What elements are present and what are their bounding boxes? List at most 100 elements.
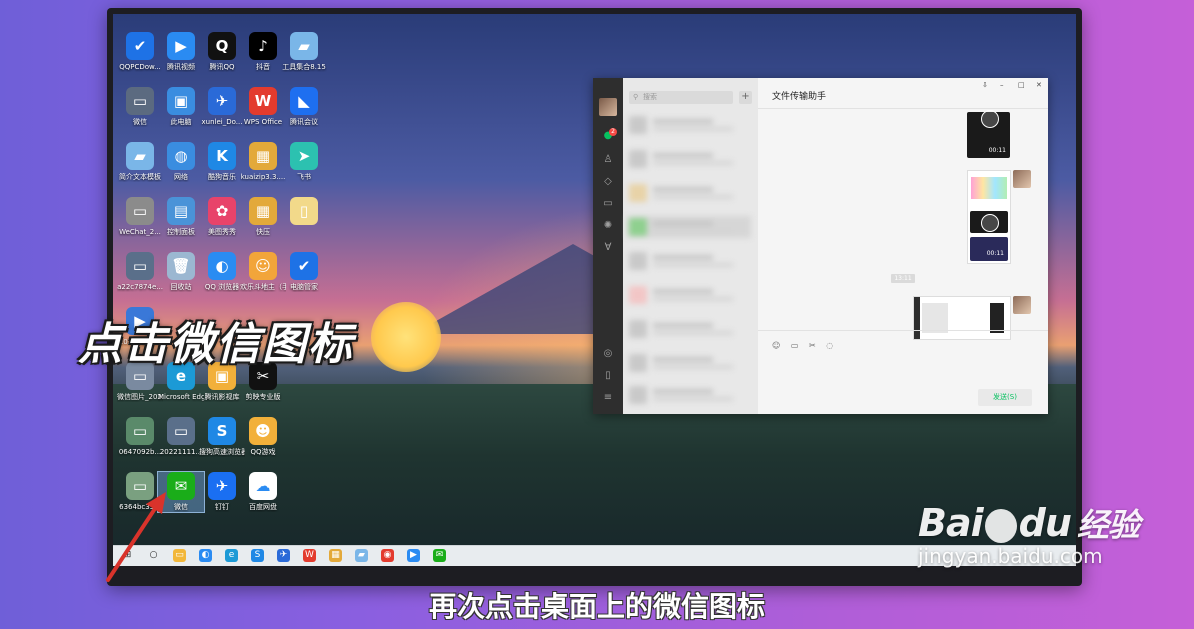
desktop-icon[interactable]: ▶ 腾讯视频: [158, 32, 204, 72]
close-icon[interactable]: ✕: [1036, 81, 1042, 89]
minimize-icon[interactable]: –: [1000, 81, 1004, 89]
menu-icon[interactable]: ≡: [602, 392, 614, 404]
list-item[interactable]: [627, 284, 751, 306]
desktop-icon-label: 腾讯影视库: [204, 393, 240, 401]
desktop-icon[interactable]: ▦ 快压: [240, 197, 286, 237]
phone-icon[interactable]: ▯: [602, 370, 614, 382]
message-input[interactable]: ☺ ▭ ✂ ◌ 发送(S): [758, 330, 1048, 414]
desktop-icon-label: 0647092b...: [118, 448, 162, 456]
desktop-icon[interactable]: K 酷狗音乐: [199, 142, 245, 182]
app-icon: ▰: [290, 32, 318, 60]
play-icon: [981, 214, 999, 232]
desktop-icon[interactable]: ▯: [281, 197, 327, 228]
add-button[interactable]: +: [739, 91, 752, 104]
mini-program-icon[interactable]: ∀: [602, 242, 614, 254]
moments-icon[interactable]: ✺: [602, 220, 614, 232]
desktop-icon[interactable]: ▭ 微信: [117, 87, 163, 127]
desktop-icon-label: WeChat_2...: [119, 228, 161, 236]
file-explorer-icon[interactable]: ▭: [173, 549, 186, 562]
desktop-icon[interactable]: ▰ 简介文本模板: [117, 142, 163, 182]
desktop-icon-label: xunlei_Do...: [201, 118, 243, 126]
list-item[interactable]: [627, 318, 751, 340]
sogou-icon[interactable]: S: [251, 549, 264, 562]
list-item[interactable]: [627, 114, 751, 136]
play-icon: [980, 110, 999, 128]
desktop-icon[interactable]: ▰ 工具集合8.15: [281, 32, 327, 72]
desktop-icon[interactable]: ✈ 钉钉: [199, 472, 245, 512]
wps-icon[interactable]: W: [303, 549, 316, 562]
list-item[interactable]: [627, 182, 751, 204]
folder-icon[interactable]: ▭: [791, 341, 799, 350]
app-icon: ▶: [167, 32, 195, 60]
desktop-icon[interactable]: ✈ xunlei_Do...: [199, 87, 245, 127]
maximize-icon[interactable]: □: [1018, 81, 1025, 89]
timestamp: 13:11: [891, 274, 915, 283]
desktop-icon-label: 微信图片_2022050...: [117, 393, 163, 401]
list-item[interactable]: [627, 352, 751, 374]
list-item[interactable]: [627, 384, 751, 406]
tencent-video-icon[interactable]: ▶: [407, 549, 420, 562]
wallpaper-sun: [371, 302, 441, 372]
desktop-icon-label: 美图秀秀: [208, 228, 236, 236]
desktop-icon[interactable]: W WPS Office: [240, 87, 286, 127]
explore-icon[interactable]: ◎: [602, 348, 614, 360]
desktop-icon[interactable]: ✔ 电脑管家: [281, 252, 327, 292]
scissors-icon[interactable]: ✂: [809, 341, 816, 350]
screenshot-message[interactable]: 00:11: [967, 170, 1011, 264]
files-icon[interactable]: ▭: [602, 198, 614, 210]
desktop-icon[interactable]: ◍ 网络: [158, 142, 204, 182]
desktop-icon[interactable]: ☻ QQ游戏: [240, 417, 286, 457]
desktop-icon[interactable]: ▭ a22c7874e...: [117, 252, 163, 292]
xunlei-icon[interactable]: ✈: [277, 549, 290, 562]
desktop-icon[interactable]: ▤ 控制面板: [158, 197, 204, 237]
app-icon: ▭: [126, 252, 154, 280]
desktop-icon[interactable]: ♪ 抖音: [240, 32, 286, 72]
desktop-icon[interactable]: ✿ 美图秀秀: [199, 197, 245, 237]
desktop-icon-label: 剪映专业版: [245, 393, 281, 401]
desktop-icon-label: 回收站: [170, 283, 192, 291]
desktop-icon[interactable]: ▭ 20221111...: [158, 417, 204, 457]
desktop-icon-label: 钉钉: [215, 503, 229, 511]
qq-browser-icon[interactable]: ◐: [199, 549, 212, 562]
desktop-icon[interactable]: Q 腾讯QQ: [199, 32, 245, 72]
video-message[interactable]: 00:11: [967, 110, 1010, 158]
list-item[interactable]: [627, 148, 751, 170]
desktop-icon[interactable]: ✔ QQPCDow...: [117, 32, 163, 72]
baidu-paw-icon: [984, 508, 1017, 543]
emoji-icon[interactable]: ☺: [772, 341, 780, 350]
contacts-icon[interactable]: ♙: [602, 154, 614, 166]
desktop-icon[interactable]: 🗑 回收站: [158, 252, 204, 292]
input-toolbar: ☺ ▭ ✂ ◌: [772, 341, 841, 350]
desktop-icon[interactable]: ▭ WeChat_2...: [117, 197, 163, 237]
desktop-icon[interactable]: ▣ 此电脑: [158, 87, 204, 127]
avatar[interactable]: [599, 98, 617, 116]
send-button[interactable]: 发送(S): [978, 389, 1032, 406]
list-item[interactable]: [627, 216, 751, 238]
desktop-icon-label: 微信: [133, 118, 147, 126]
desktop-icon[interactable]: ▦ kuaizip3.3....: [240, 142, 286, 182]
desktop-icon-label: QQ游戏: [250, 448, 276, 456]
wechat-taskbar-icon[interactable]: ✉: [433, 549, 446, 562]
desktop-icon[interactable]: ☁ 百度网盘: [240, 472, 286, 512]
desktop-icon[interactable]: ➤ 飞书: [281, 142, 327, 182]
desktop-icon[interactable]: ◣ 腾讯会议: [281, 87, 327, 127]
desktop-icon-label: 百度网盘: [249, 503, 277, 511]
kuaizip-icon[interactable]: ▦: [329, 549, 342, 562]
list-item[interactable]: [627, 250, 751, 272]
favorites-icon[interactable]: ◇: [602, 176, 614, 188]
chat-bubble-icon[interactable]: ◌: [826, 341, 833, 350]
app-icon: ▭: [126, 197, 154, 225]
desktop-icon[interactable]: ▭ 0647092b...: [117, 417, 163, 457]
desktop-icon[interactable]: S 搜狗高速浏览器: [199, 417, 245, 457]
desktop-icon-label: 控制面板: [167, 228, 195, 236]
tool-icon[interactable]: ▰: [355, 549, 368, 562]
desktop-icon[interactable]: ☺ 欢乐斗地主（手游电脑版）: [240, 252, 286, 292]
chat-list: ⚲ 搜索 +: [623, 78, 758, 414]
desktop-icon[interactable]: ◐ QQ 浏览器: [199, 252, 245, 292]
search-icon: ⚲: [633, 93, 639, 101]
edge-icon[interactable]: e: [225, 549, 238, 562]
pin-icon[interactable]: ⇩: [982, 81, 988, 89]
search-input[interactable]: ⚲ 搜索: [629, 91, 733, 104]
wechat-window[interactable]: ● 2 ♙ ◇ ▭ ✺ ∀ ◎ ▯ ≡ ⚲ 搜索 + 文件传输助手 ⇩ – □ …: [593, 78, 1048, 414]
netease-icon[interactable]: ◉: [381, 549, 394, 562]
